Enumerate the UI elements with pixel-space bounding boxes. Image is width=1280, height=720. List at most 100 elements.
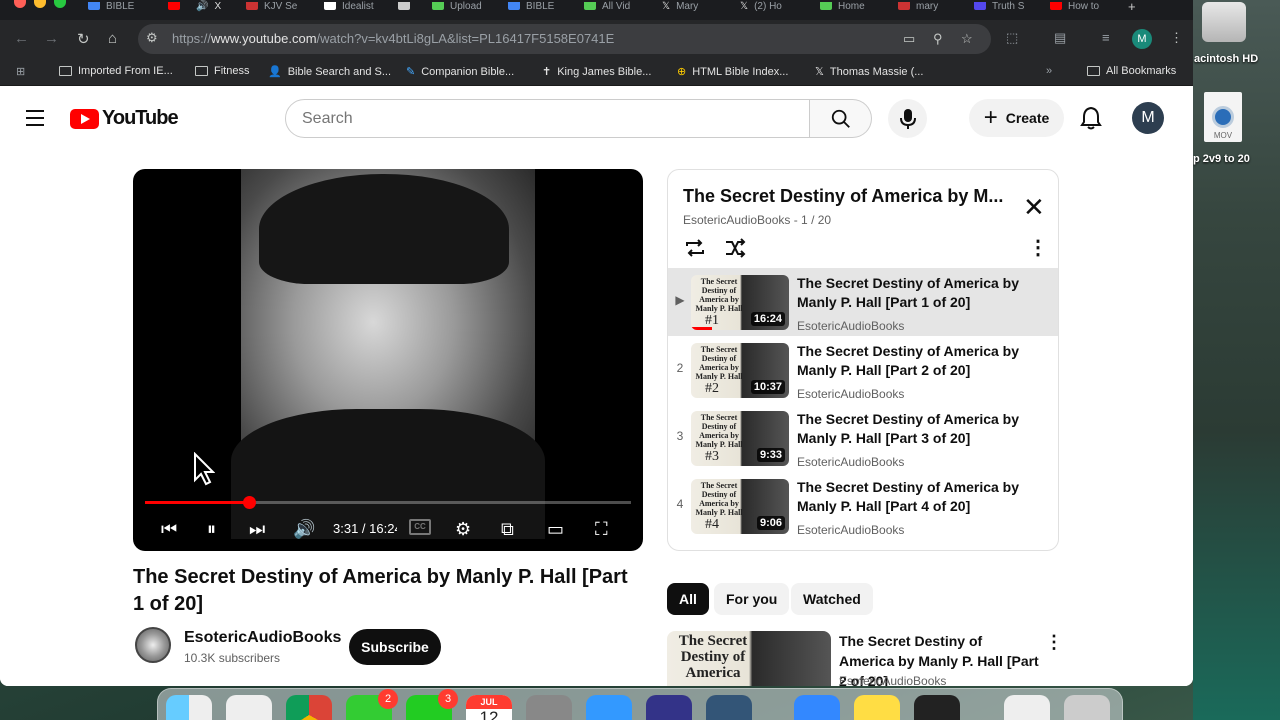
tab-how-to[interactable]: How to <box>1050 0 1099 12</box>
zoom-icon[interactable]: ⚲ <box>933 31 943 47</box>
pause-icon[interactable]: ⏸ <box>207 519 216 540</box>
terminal-icon[interactable] <box>914 695 960 720</box>
notes-icon[interactable] <box>854 695 900 720</box>
new-tab-button[interactable]: + <box>1128 0 1136 14</box>
tab-upload[interactable]: Upload <box>432 0 482 12</box>
channel-name[interactable]: EsotericAudioBooks <box>184 629 341 647</box>
tab-mary-2[interactable]: mary <box>898 0 938 12</box>
messages-icon[interactable]: 2 <box>346 689 398 720</box>
playlist-item[interactable]: 3 The Secret Destiny of America by Manly… <box>668 404 1058 472</box>
loop-icon[interactable] <box>684 238 706 258</box>
tab-mary[interactable]: 𝕏 Mary <box>662 0 698 12</box>
previous-icon[interactable]: ⏮ <box>161 519 177 540</box>
document-icon[interactable] <box>1004 695 1050 720</box>
bookmark-fitness[interactable]: Fitness <box>195 65 249 77</box>
playlist-item[interactable]: ▶ The Secret Destiny of America by Manly… <box>668 268 1058 336</box>
tab-active[interactable]: 🔊 X <box>196 0 221 12</box>
address-bar[interactable]: ⚙ https://www.youtube.com/watch?v=kv4btL… <box>138 24 991 54</box>
youtube-logo[interactable]: YouTube <box>70 107 179 130</box>
tab-truth[interactable]: Truth S <box>974 0 1024 12</box>
tab-home[interactable]: Home <box>820 0 865 12</box>
chip-all[interactable]: All <box>667 583 709 615</box>
progress-bar[interactable] <box>145 496 631 509</box>
subscribe-button[interactable]: Subscribe <box>349 629 441 665</box>
bookmark-kjv[interactable]: ✝ King James Bible... <box>542 65 651 79</box>
close-playlist-icon[interactable]: ✕ <box>1023 194 1045 220</box>
chip-watched[interactable]: Watched <box>791 583 873 615</box>
bookmark-imported[interactable]: Imported From IE... <box>59 65 173 77</box>
account-avatar[interactable]: M <box>1132 102 1164 134</box>
recommendation-more-icon[interactable]: ⋮ <box>1045 633 1063 651</box>
calendar-icon[interactable]: JUL 12 <box>466 695 512 720</box>
bookmarks-overflow-icon[interactable]: » <box>1046 65 1052 77</box>
search-input[interactable] <box>285 99 810 138</box>
facetime-icon[interactable]: 3 <box>406 689 458 720</box>
zoom-window-button[interactable] <box>54 0 66 8</box>
tab-blank[interactable] <box>398 0 410 12</box>
bookmark-bible-search[interactable]: 👤 Bible Search and S... <box>268 65 391 79</box>
back-arrow-icon[interactable]: ← <box>14 30 29 47</box>
playlist-item[interactable]: 4 The Secret Destiny of America by Manly… <box>668 472 1058 540</box>
finder-icon[interactable] <box>166 695 212 720</box>
trash-icon[interactable] <box>1064 695 1110 720</box>
tab-close-label[interactable]: X <box>214 1 221 12</box>
tab-bible[interactable]: BIBLE <box>88 0 134 12</box>
more-options-icon[interactable]: ⋮ <box>1028 238 1048 258</box>
site-settings-icon[interactable]: ⚙ <box>146 30 158 46</box>
notifications-bell-icon[interactable] <box>1080 106 1102 130</box>
video-player[interactable]: ⏮ ⏸ ⏭ 🔊 3:31 / 16:24 CC ⚙ ⧉ ▭ ⛶ <box>133 169 643 551</box>
chrome-icon[interactable] <box>286 695 332 720</box>
tab-x-home[interactable]: 𝕏 (2) Ho <box>740 0 782 12</box>
launchpad-icon[interactable] <box>226 695 272 720</box>
forward-arrow-icon[interactable]: → <box>44 30 59 47</box>
voice-search-button[interactable] <box>888 99 927 138</box>
cast-icon[interactable]: ▭ <box>903 31 915 47</box>
close-window-button[interactable] <box>14 0 26 8</box>
chip-for-you[interactable]: For you <box>714 583 790 615</box>
tab-all-videos[interactable]: All Vid <box>584 0 630 12</box>
quicktime-dock-icon[interactable] <box>706 695 752 720</box>
browser-menu-icon[interactable]: ⋮ <box>1170 30 1183 46</box>
safari-icon[interactable] <box>586 695 632 720</box>
theater-mode-icon[interactable]: ▭ <box>547 519 564 540</box>
recommendation-thumbnail[interactable]: The Secret Destiny of America <box>667 631 831 686</box>
mov-file-icon[interactable]: MOV <box>1204 92 1242 142</box>
tab-youtube[interactable] <box>168 0 180 12</box>
menu-icon[interactable] <box>26 110 44 131</box>
minimize-window-button[interactable] <box>34 0 46 8</box>
mail-icon[interactable] <box>794 695 840 720</box>
next-icon[interactable]: ⏭ <box>249 519 265 540</box>
miniplayer-icon[interactable]: ⧉ <box>501 519 514 540</box>
create-button[interactable]: + Create <box>969 99 1064 137</box>
playlist-title[interactable]: The Secret Destiny of America by M... <box>683 186 1013 207</box>
bookmark-html-bible[interactable]: ⊕ HTML Bible Index... <box>677 65 788 79</box>
recommendation-channel[interactable]: EsotericAudioBooks <box>839 674 946 686</box>
system-settings-icon[interactable] <box>526 695 572 720</box>
hard-drive-icon[interactable] <box>1202 2 1246 42</box>
app-icon[interactable] <box>646 695 692 720</box>
channel-avatar[interactable] <box>135 627 171 663</box>
sidebar-icon[interactable]: ▤ <box>1054 30 1066 46</box>
media-control-icon[interactable]: ≡ <box>1102 30 1110 45</box>
volume-icon[interactable]: 🔊 <box>293 519 315 540</box>
apps-grid-icon[interactable]: ⊞ <box>16 65 25 78</box>
tab-bible-2[interactable]: BIBLE <box>508 0 554 12</box>
reload-icon[interactable]: ↻ <box>77 30 90 48</box>
browser-profile-avatar[interactable]: M <box>1132 29 1152 49</box>
url-text[interactable]: https://www.youtube.com/watch?v=kv4btLi8… <box>172 31 614 46</box>
extensions-icon[interactable]: ⬚ <box>1006 30 1018 46</box>
bookmark-star-icon[interactable]: ☆ <box>961 31 973 47</box>
home-icon[interactable]: ⌂ <box>108 30 117 47</box>
subtitles-button[interactable]: CC <box>409 519 431 535</box>
tab-label: Mary <box>676 0 699 12</box>
playlist-item[interactable]: 2 The Secret Destiny of America by Manly… <box>668 336 1058 404</box>
tab-kjv[interactable]: KJV Se <box>246 0 297 12</box>
settings-gear-icon[interactable]: ⚙ <box>455 519 471 540</box>
fullscreen-icon[interactable]: ⛶ <box>595 519 608 540</box>
all-bookmarks[interactable]: All Bookmarks <box>1087 65 1176 77</box>
tab-idealist[interactable]: Idealist <box>324 0 374 12</box>
search-button[interactable] <box>810 99 872 138</box>
bookmark-thomas-massie[interactable]: 𝕏 Thomas Massie (... <box>815 65 923 79</box>
bookmark-companion[interactable]: ✎ Companion Bible... <box>406 65 514 79</box>
shuffle-icon[interactable] <box>724 238 746 258</box>
